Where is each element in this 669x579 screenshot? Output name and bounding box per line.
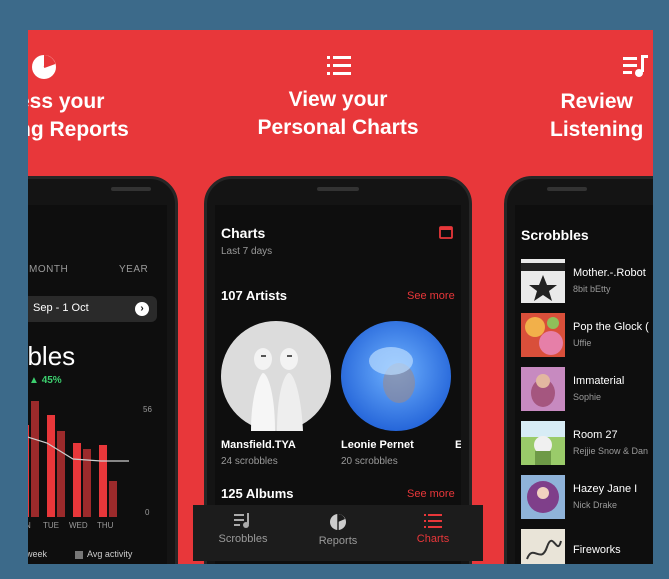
change-indicator: ▲ 45% <box>29 375 62 386</box>
panel-1-headline: ess your ng Reports <box>28 90 129 141</box>
date-range-selector[interactable]: Sep - 1 Oct › <box>28 296 157 322</box>
pie-chart-icon <box>32 55 56 79</box>
track-artist: Uffie <box>573 338 592 348</box>
artist-card-1[interactable]: Mansfield.TYA 24 scrobbles <box>221 321 331 471</box>
track-title: Mother.-.Robot <box>573 267 646 279</box>
artist-photo-mansfield-tya <box>221 321 331 431</box>
nav-scrobbles[interactable]: Scrobbles <box>203 505 283 561</box>
x-label-1: TUE <box>43 521 59 530</box>
artists-see-more-link[interactable]: See more <box>407 290 455 302</box>
track-title: Fireworks <box>573 544 621 556</box>
scrobble-row[interactable]: Fireworks <box>521 529 653 564</box>
charts-period[interactable]: Last 7 days <box>221 246 272 257</box>
track-artist: Sophie <box>573 392 602 402</box>
album-art <box>521 259 565 303</box>
scrobble-row[interactable]: Pop the Glock ( Uffie <box>521 313 653 361</box>
x-label-3: THU <box>97 521 114 530</box>
track-artist: Rejjie Snow & Dan <box>573 446 649 456</box>
list-icon <box>327 56 351 75</box>
albums-see-more-link[interactable]: See more <box>407 488 455 500</box>
pie-chart-icon <box>330 514 346 530</box>
track-artist: Nick Drake <box>573 500 618 510</box>
charts-title: Charts <box>221 225 266 241</box>
track-artist: 8bit bEtty <box>573 284 611 294</box>
artist-name-partial: E <box>455 439 461 451</box>
artist-scrobbles: 20 scrobbles <box>341 456 398 467</box>
scrobble-row[interactable]: Hazey Jane I Nick Drake <box>521 475 653 523</box>
artist-name: Mansfield.TYA <box>221 439 296 451</box>
artist-scrobbles: 24 scrobbles <box>221 456 278 467</box>
album-art <box>521 367 565 411</box>
scrobble-row[interactable]: Mother.-.Robot 8bit bEtty <box>521 259 653 307</box>
playlist-music-icon <box>623 55 648 77</box>
artist-card-2[interactable]: Leonie Pernet 20 scrobbles <box>341 321 451 471</box>
avg-activity-line <box>28 436 129 462</box>
track-title: Pop the Glock ( <box>573 321 649 333</box>
x-label-0: N <box>28 521 31 530</box>
scrobbles-title: Scrobbles <box>521 227 589 243</box>
artists-heading: 107 Artists <box>221 288 287 303</box>
x-label-2: WED <box>69 521 88 530</box>
bottom-navigation-bar: Scrobbles Reports Charts <box>193 505 483 561</box>
y-axis-top-label: 56 <box>143 405 152 414</box>
scrobble-row[interactable]: Room 27 Rejjie Snow & Dan <box>521 421 653 469</box>
artist-photo-leonie-pernet <box>341 321 451 431</box>
reports-phone: MONTH YEAR Sep - 1 Oct › bbles ▲ 45% 56 … <box>28 176 178 564</box>
reports-screen: MONTH YEAR Sep - 1 Oct › bbles ▲ 45% 56 … <box>28 205 167 564</box>
album-art <box>521 475 565 519</box>
calendar-icon[interactable] <box>439 225 453 239</box>
scrobble-row[interactable]: Immaterial Sophie <box>521 367 653 415</box>
scrobbles-screen: Scrobbles Mother.-.Robot 8bit bEtty Pop <box>515 205 653 564</box>
nav-charts[interactable]: Charts <box>393 505 473 561</box>
report-title: bbles <box>28 341 76 371</box>
scrobbles-phone: Scrobbles Mother.-.Robot 8bit bEtty Pop <box>504 176 653 564</box>
nav-reports[interactable]: Reports <box>298 505 378 561</box>
app-store-screenshot-banner: ess your ng Reports View your Personal C… <box>28 30 653 564</box>
album-art <box>521 421 565 465</box>
album-art <box>521 529 565 564</box>
panel-2-headline: View your Personal Charts <box>257 88 419 139</box>
album-art <box>521 313 565 357</box>
track-title: Room 27 <box>573 429 618 441</box>
chevron-right-icon[interactable]: › <box>135 302 149 316</box>
track-title: Hazey Jane I <box>573 483 638 495</box>
tab-year[interactable]: YEAR <box>119 264 148 275</box>
y-axis-zero-label: 0 <box>145 508 150 517</box>
legend-week: t week <box>28 549 48 559</box>
tab-month[interactable]: MONTH <box>29 264 68 275</box>
playlist-music-icon <box>234 513 249 528</box>
list-icon <box>424 514 442 528</box>
panel-3-headline: Review Listening <box>550 90 644 141</box>
legend-avg: Avg activity <box>75 549 132 559</box>
albums-heading: 125 Albums <box>221 486 294 501</box>
artist-name: Leonie Pernet <box>341 439 414 451</box>
track-title: Immaterial <box>573 375 625 387</box>
